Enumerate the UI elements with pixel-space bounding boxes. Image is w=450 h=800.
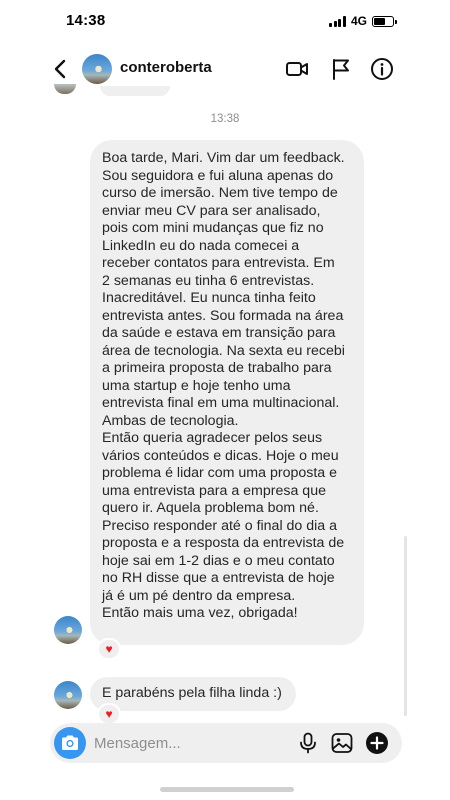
heart-reaction-icon[interactable]: ♥ [97,638,121,660]
message-line: quero ir. Aquela problema bom né. [102,500,319,516]
message-line: Sou seguidora e fui aluna apenas do [102,167,334,184]
add-icon[interactable] [365,731,389,755]
home-indicator [160,787,294,792]
message-bubble[interactable]: Boa tarde, Mari. Vim dar um feedback. So… [90,140,364,645]
message-line: no RH disse que a entrevista de hoje [102,570,335,586]
contact-avatar[interactable] [82,54,112,84]
message-line: enviar meu CV para ser analisado, [102,202,321,219]
message-line: hoje sai em 1-2 dias e o meu contato [102,552,335,569]
status-indicators: 4G [329,14,397,28]
battery-icon [372,15,397,27]
sender-avatar[interactable] [54,681,82,709]
message-line: proposta e a resposta da entrevista de [102,535,345,551]
message-bubble[interactable]: E parabéns pela filha linda :) [90,677,296,711]
message-input[interactable] [94,723,284,763]
message-line: Ambas de tecnologia. [102,412,239,429]
message-line: receber contatos para entrevista. Em [102,255,335,271]
video-call-icon[interactable] [284,56,310,82]
message-line: Preciso responder até o final do dia a [102,517,338,534]
message-line: Então mais uma vez, obrigada! [102,605,298,621]
status-bar: 14:38 4G [0,0,450,44]
message-line: problema é lidar com uma proposta e [102,465,338,481]
gallery-icon[interactable] [330,731,354,755]
message-line: curso de imersão. Nem tive tempo de [102,185,338,201]
message-line: da saúde e estava em transição para [102,325,336,341]
message-line: Inacreditável. Eu nunca tinha feito [102,290,316,306]
microphone-icon[interactable] [296,731,320,755]
message-line: entrevista antes. Sou formada na área [102,307,344,324]
sender-avatar[interactable] [54,616,82,644]
message-line: uma entrevista para a empresa que [102,482,326,499]
back-arrow-icon[interactable] [50,57,72,81]
cellular-signal-icon [329,15,346,27]
previous-message-bubble [100,86,170,96]
message-line: a primeira proposta de trabalho para [102,360,332,376]
info-icon[interactable] [369,56,395,82]
message-composer [50,723,402,763]
message-line: já é um pé dentro da empresa. [102,587,296,604]
message-line: entrevista final em uma multinacional. [102,395,340,411]
camera-icon[interactable] [54,727,86,759]
message-line: Boa tarde, Mari. Vim dar um feedback. [102,150,345,166]
contact-username[interactable]: conteroberta [120,59,212,76]
flag-icon[interactable] [328,56,354,82]
message-line: pois com mini mudanças que fiz no [102,220,324,236]
network-type: 4G [350,14,367,28]
message-line: Então queria agradecer pelos seus [102,430,323,446]
scrollbar[interactable] [404,536,407,716]
message-line: 2 semanas eu tinha 6 entrevistas. [102,272,315,289]
heart-reaction-icon[interactable]: ♥ [97,703,121,725]
thread-timestamp: 13:38 [210,113,240,125]
message-line: vários conteúdos e dicas. Hoje o meu [102,447,339,464]
message-line: uma startup e hoje tenho uma [102,377,291,394]
message-line: área de tecnologia. Na sexta eu recebi [102,342,345,359]
message-line: LinkedIn eu do nada comecei a [102,237,300,254]
status-time: 14:38 [66,12,106,29]
